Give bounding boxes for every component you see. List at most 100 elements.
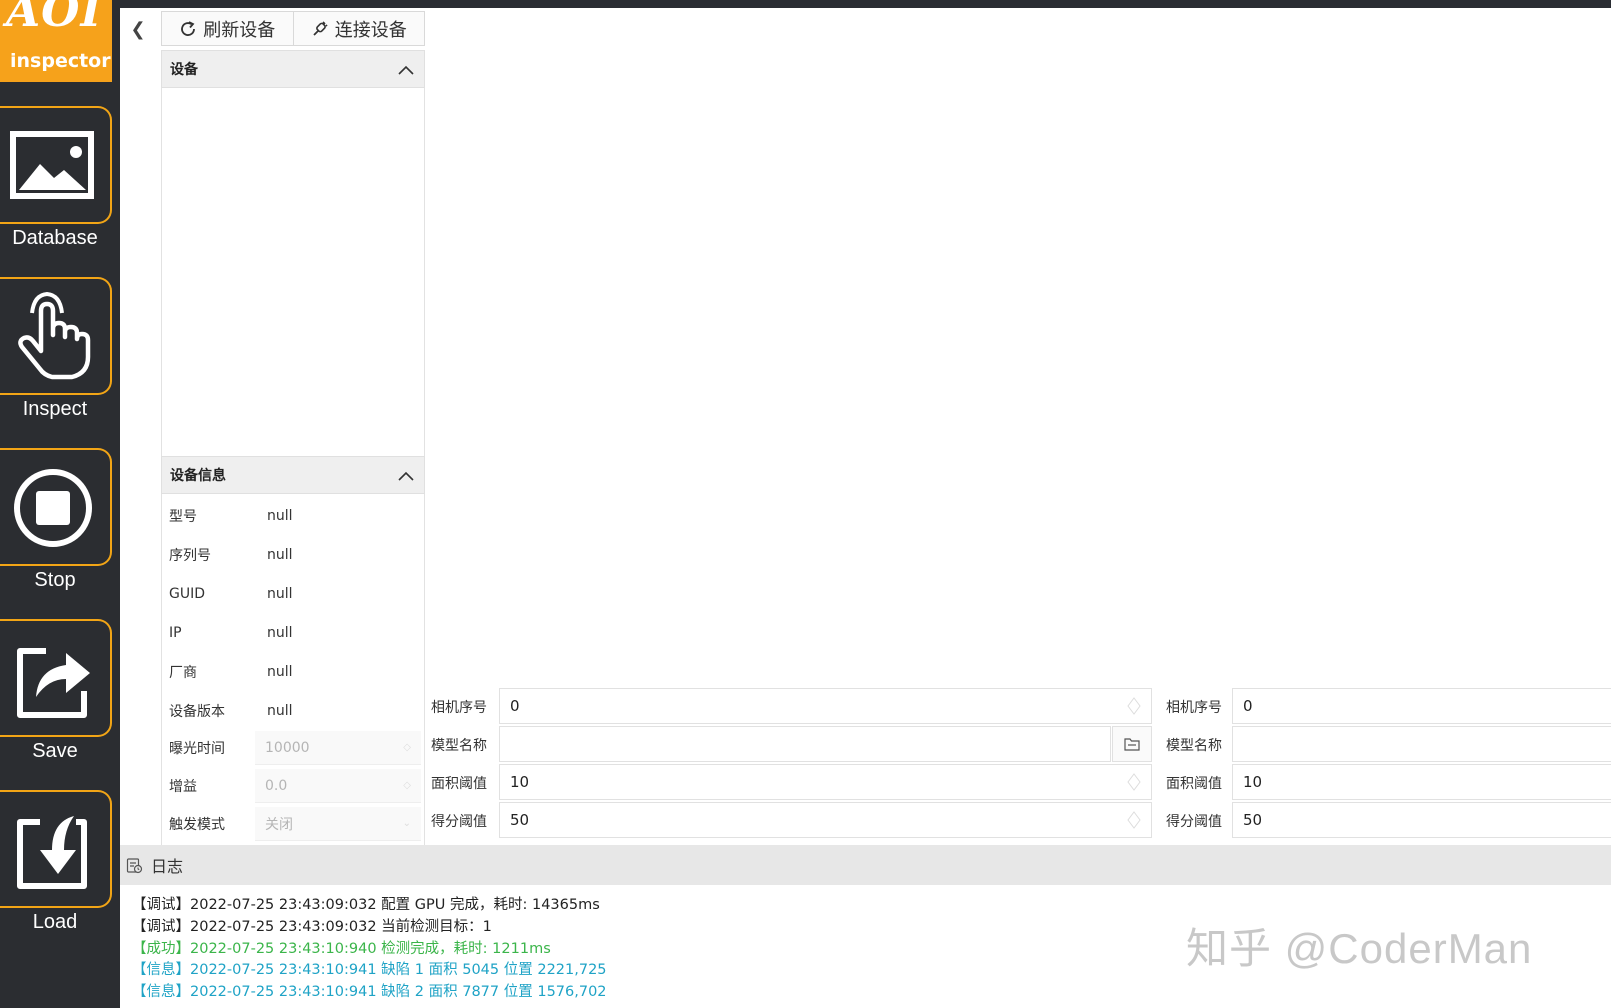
model-name-input[interactable] [499, 726, 1111, 762]
devices-section-title: 设备 [170, 62, 198, 78]
spinner-icon[interactable] [1127, 773, 1141, 791]
prop-key: 触发模式 [169, 817, 225, 833]
inspect-button[interactable] [0, 277, 112, 395]
spinner-icon[interactable] [1127, 697, 1141, 715]
prop-key: 型号 [169, 509, 197, 525]
prop-key: 设备版本 [169, 704, 225, 720]
hand-pointer-icon [18, 291, 91, 380]
share-export-icon [17, 648, 90, 718]
prop-value: null [267, 703, 293, 719]
prop-row-version: 设备版本 null [161, 692, 425, 730]
refresh-icon [181, 20, 196, 36]
stop-button[interactable] [0, 448, 112, 566]
device-list[interactable] [161, 88, 425, 456]
database-button[interactable] [0, 106, 112, 224]
prop-row-ip: IP null [161, 614, 425, 652]
chevron-left-icon: ❮ [130, 18, 146, 40]
log-line: 【调试】2022-07-25 23:43:09:032 配置 GPU 完成，耗时… [132, 897, 600, 913]
exposure-value: 10000 [265, 739, 310, 756]
nav-label-stop: Stop [34, 569, 76, 591]
prop-key: IP [169, 625, 182, 641]
import-icon [17, 816, 87, 889]
browse-model-button[interactable] [1112, 726, 1152, 762]
chevron-up-icon [398, 60, 414, 79]
prop-row-model: 型号 null [161, 497, 425, 535]
gain-input[interactable]: 0.0 ◇ [255, 769, 421, 803]
chevron-down-icon: ⌄ [402, 818, 411, 829]
area-threshold-value: 10 [510, 773, 530, 791]
area-threshold-label: 面积阈值 [431, 776, 487, 792]
refresh-devices-label: 刷新设备 [203, 19, 276, 41]
trigger-mode-value: 关闭 [265, 816, 293, 833]
model-name-input-2[interactable] [1232, 726, 1611, 762]
prop-value: null [267, 586, 293, 602]
score-threshold-input-2[interactable]: 50 [1232, 802, 1611, 838]
model-name-label-2: 模型名称 [1166, 738, 1222, 754]
title-bar [0, 0, 1611, 8]
device-info-section-title: 设备信息 [170, 468, 226, 484]
prop-row-trigger: 触发模式 关闭 ⌄ [161, 805, 425, 843]
prop-row-serial: 序列号 null [161, 536, 425, 574]
prop-row-guid: GUID null [161, 575, 425, 613]
score-threshold-value: 50 [510, 811, 530, 829]
camera-index-value-2: 0 [1243, 697, 1253, 715]
score-threshold-input[interactable]: 50 [499, 802, 1152, 838]
prop-value: null [267, 508, 293, 524]
prop-row-vendor: 厂商 null [161, 653, 425, 691]
prop-key: 增益 [169, 779, 197, 795]
nav-label-database: Database [12, 227, 98, 249]
camera-index-label-2: 相机序号 [1166, 700, 1222, 716]
prop-key: 曝光时间 [169, 741, 225, 757]
nav-label-load: Load [32, 911, 78, 933]
prop-value: null [267, 547, 293, 563]
area-threshold-input-2[interactable]: 10 [1232, 764, 1611, 800]
log-header: 日志 [120, 845, 1611, 885]
connect-device-button[interactable]: 连接设备 [292, 12, 425, 45]
save-button[interactable] [0, 619, 112, 737]
logo-subtext: inspector [10, 50, 111, 72]
area-threshold-label-2: 面积阈值 [1166, 776, 1222, 792]
area-threshold-input[interactable]: 10 [499, 764, 1152, 800]
sidebar: AOI inspector Database Inspect Stop Save [0, 0, 120, 1008]
log-title: 日志 [151, 857, 184, 876]
nav-label-save: Save [32, 740, 78, 762]
camera-index-input-2[interactable]: 0 [1232, 688, 1611, 724]
score-threshold-label-2: 得分阈值 [1166, 814, 1222, 830]
connect-device-label: 连接设备 [334, 19, 407, 41]
devices-section-header[interactable]: 设备 [161, 50, 425, 88]
prop-key: 厂商 [169, 665, 197, 681]
log-icon [126, 857, 143, 873]
log-line: 【调试】2022-07-25 23:43:09:032 当前检测目标：1 [132, 919, 492, 935]
prop-key: 序列号 [169, 548, 211, 564]
stop-icon [14, 469, 92, 547]
model-name-label: 模型名称 [431, 738, 487, 754]
prop-value: null [267, 625, 293, 641]
area-threshold-value-2: 10 [1243, 773, 1263, 791]
logo-text: AOI [6, 0, 103, 37]
spinner-icon[interactable]: ◇ [403, 742, 411, 753]
load-button[interactable] [0, 790, 112, 908]
chevron-up-icon [398, 466, 414, 485]
device-info-section-header[interactable]: 设备信息 [161, 456, 425, 494]
log-line: 【信息】2022-07-25 23:43:10:941 缺陷 1 面积 5045… [132, 962, 607, 978]
prop-value: null [267, 664, 293, 680]
image-icon [10, 131, 94, 199]
spinner-icon[interactable] [1127, 811, 1141, 829]
prop-row-gain: 增益 0.0 ◇ [161, 767, 425, 805]
refresh-devices-button[interactable]: 刷新设备 [162, 12, 293, 45]
spinner-icon[interactable]: ◇ [403, 780, 411, 791]
log-line: 【成功】2022-07-25 23:43:10:940 检测完成，耗时: 121… [132, 941, 551, 957]
app-logo: AOI inspector [0, 0, 112, 82]
score-threshold-label: 得分阈值 [431, 814, 487, 830]
camera-index-label: 相机序号 [431, 700, 487, 716]
plug-icon [313, 20, 328, 36]
camera-index-value: 0 [510, 697, 520, 715]
folder-icon [1124, 738, 1140, 751]
nav-label-inspect: Inspect [22, 398, 88, 420]
trigger-mode-select[interactable]: 关闭 ⌄ [255, 807, 421, 841]
camera-index-input[interactable]: 0 [499, 688, 1152, 724]
prop-key: GUID [169, 586, 206, 602]
exposure-input[interactable]: 10000 ◇ [255, 731, 421, 765]
log-line: 【信息】2022-07-25 23:43:10:941 缺陷 2 面积 7877… [132, 984, 607, 1000]
collapse-panel-button[interactable]: ❮ [124, 12, 152, 46]
